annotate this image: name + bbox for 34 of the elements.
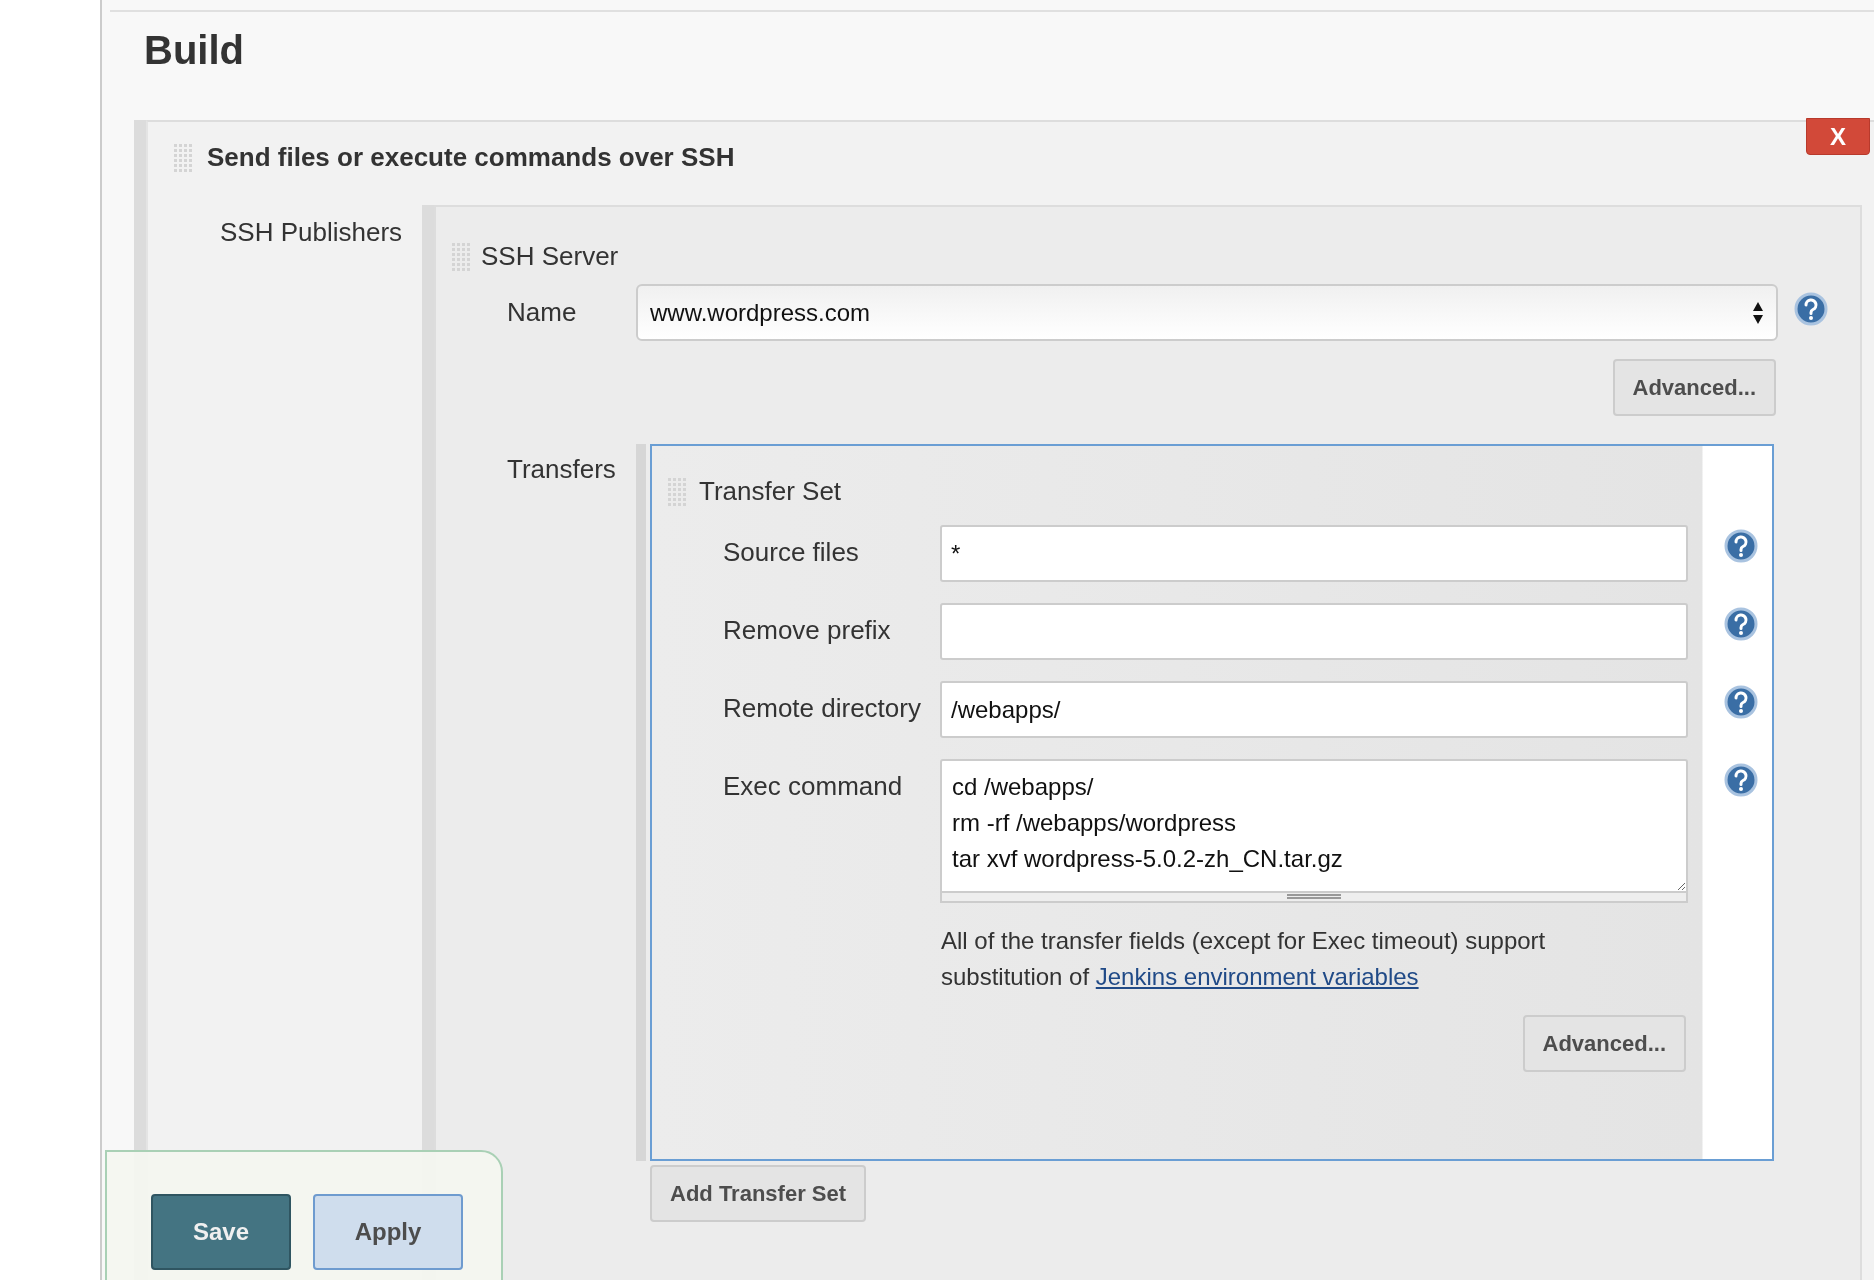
- field-label: SSH Publishers: [219, 216, 404, 248]
- field-label: Remove prefix: [722, 614, 892, 646]
- environment-variables-link[interactable]: Jenkins environment variables: [1095, 963, 1419, 990]
- field-label: Name: [506, 297, 578, 328]
- delete-button[interactable]: X: [1806, 118, 1870, 155]
- text-field[interactable]: *: [940, 525, 1688, 582]
- field-label: Source files: [722, 536, 860, 568]
- server-title: SSH Server: [481, 241, 619, 272]
- dropdown-arrows-icon: [1752, 300, 1764, 325]
- field-label: Exec command: [722, 770, 904, 802]
- advanced-button[interactable]: Advanced...: [1522, 1015, 1686, 1072]
- field-label: Remote directory: [722, 692, 922, 724]
- help-icon[interactable]: [1724, 685, 1758, 719]
- drag-handle-icon[interactable]: [173, 142, 193, 173]
- field-label: Transfers: [506, 453, 617, 485]
- resize-handle[interactable]: [940, 893, 1688, 903]
- help-text: All of the transfer fields (except for Exec timeout) support substitution of Jenkins environment variables: [941, 926, 1547, 992]
- save-button[interactable]: Save: [151, 1194, 291, 1270]
- apply-button[interactable]: Apply: [313, 1194, 463, 1270]
- section-heading: Build: [144, 27, 245, 74]
- drag-handle-icon[interactable]: [451, 241, 471, 272]
- help-icon[interactable]: [1724, 607, 1758, 641]
- advanced-button[interactable]: Advanced...: [1612, 359, 1776, 416]
- help-icon[interactable]: [1724, 529, 1758, 563]
- help-icon[interactable]: [1794, 292, 1828, 326]
- text-field[interactable]: [940, 603, 1688, 660]
- server-select[interactable]: www.wordpress.com: [636, 284, 1778, 341]
- transfer-set-title: Transfer Set: [699, 476, 842, 507]
- publisher-title: Send files or execute commands over SSH: [207, 142, 735, 173]
- drag-handle-icon[interactable]: [667, 476, 687, 507]
- add-transfer-set-button[interactable]: Add Transfer Set: [650, 1165, 867, 1222]
- text-field[interactable]: /webapps/: [940, 681, 1688, 738]
- help-icon[interactable]: [1724, 763, 1758, 797]
- command-text-area[interactable]: cd /webapps/ rm -rf /webapps/wordpress tar xvf wordpress-5.0.2-zh_CN.tar.gz: [940, 759, 1688, 893]
